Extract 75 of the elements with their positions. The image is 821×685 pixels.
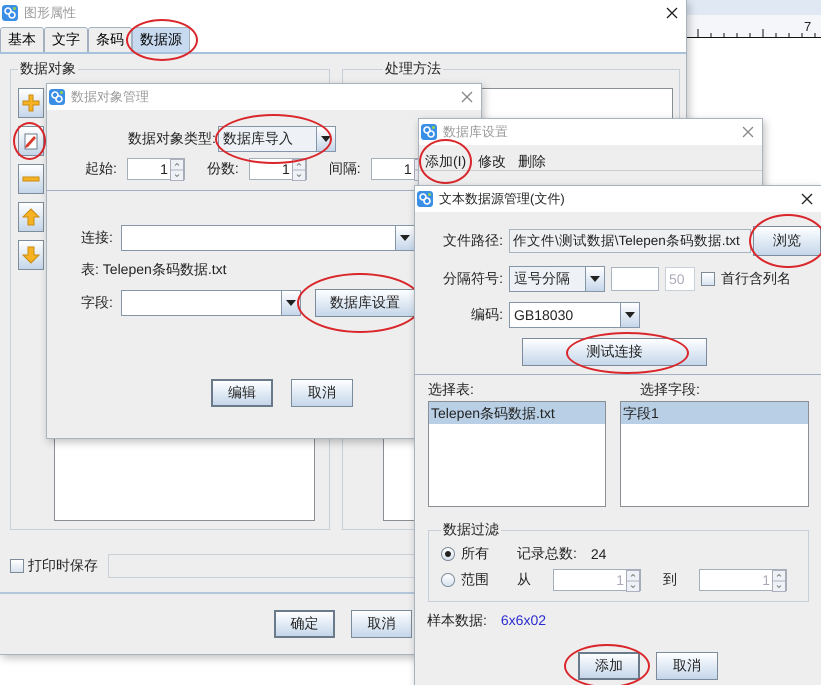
list-box[interactable]: 字段1	[620, 401, 809, 507]
tab[interactable]: 文字	[44, 27, 88, 52]
window-title: 文本数据源管理(文件)	[439, 190, 565, 208]
field-label: 文件路径:	[442, 232, 503, 250]
input-field[interactable]	[611, 267, 659, 291]
field-label: 从	[517, 571, 531, 589]
up-arrow-icon	[22, 208, 40, 226]
test-connection-button[interactable]: 测试连接	[522, 338, 707, 366]
sample-value: 6x6x02	[500, 612, 546, 630]
checkbox[interactable]	[701, 272, 715, 286]
list-item[interactable]: Telepen条码数据.txt	[429, 402, 605, 424]
encoding-dropdown[interactable]: GB18030	[509, 302, 640, 328]
list-label: 选择字段:	[639, 381, 701, 399]
field-label: 字段:	[81, 294, 113, 312]
tab[interactable]: 条码	[88, 27, 132, 52]
minus-icon	[22, 176, 40, 182]
file-path-field[interactable]: 作文件\测试数据\Telepen条码数据.txt	[509, 229, 751, 253]
tab[interactable]: 基本	[0, 27, 44, 52]
menu-item[interactable]: 修改	[478, 153, 506, 170]
window-title: 图形属性	[24, 4, 76, 22]
list-box[interactable]: Telepen条码数据.txt	[428, 401, 606, 507]
field-label: 分隔符号:	[442, 270, 503, 288]
number-spinner[interactable]: 1	[126, 158, 185, 180]
field-label: 份数:	[206, 160, 239, 178]
checkbox-label: 打印时保存	[28, 557, 98, 575]
field-label: 连接:	[81, 229, 113, 247]
tool-button[interactable]	[18, 240, 44, 270]
down-arrow-icon	[22, 246, 40, 264]
ruler-label: 7	[804, 20, 812, 34]
pencil-icon	[22, 132, 40, 150]
radio-label: 范围	[461, 571, 489, 589]
plus-icon	[22, 94, 40, 112]
field-label: 记录总数:	[517, 545, 577, 563]
spinner-arrows-icon[interactable]	[292, 159, 306, 179]
delimiter-dropdown[interactable]: 逗号分隔	[509, 266, 605, 292]
field-label: 编码:	[470, 306, 503, 324]
menu-item[interactable]: 删除	[518, 153, 546, 170]
field-label: 起始:	[85, 160, 117, 178]
checkbox-label: 首行含列名	[721, 270, 791, 288]
tool-button[interactable]	[18, 164, 44, 194]
radio-button[interactable]	[441, 573, 455, 587]
dialog-button[interactable]: 编辑	[211, 379, 273, 407]
database-settings-button[interactable]: 数据库设置	[314, 289, 415, 317]
table-label: 表: Telepen条码数据.txt	[81, 261, 226, 277]
window-title: 数据库设置	[443, 123, 508, 141]
field-label: 样本数据:	[427, 612, 487, 630]
list-item[interactable]: 字段1	[621, 402, 808, 424]
dialog-button[interactable]: 取消	[656, 652, 718, 680]
number-spinner[interactable]: 1	[248, 158, 307, 180]
field-dropdown[interactable]	[120, 290, 301, 316]
dialog-button[interactable]: 取消	[291, 379, 353, 407]
record-count: 24	[590, 546, 606, 562]
tool-button[interactable]	[18, 202, 44, 232]
window-title: 数据对象管理	[71, 88, 149, 106]
checkbox[interactable]	[10, 559, 24, 573]
close-icon[interactable]	[801, 193, 813, 205]
field-label: 到	[663, 571, 677, 589]
radio-button[interactable]	[441, 547, 455, 561]
group-title: 处理方法	[384, 60, 442, 78]
list-label: 选择表:	[428, 381, 475, 399]
spinner-arrows-icon[interactable]	[170, 159, 184, 179]
group-title: 数据过滤	[442, 521, 500, 539]
type-dropdown[interactable]: 数据库导入	[218, 126, 336, 152]
group-title: 数据对象	[19, 60, 77, 78]
tool-button[interactable]	[18, 126, 44, 156]
tab[interactable]: 数据源	[132, 27, 190, 52]
radio-label: 所有	[461, 545, 489, 563]
tool-button[interactable]	[18, 88, 44, 118]
field-label: 间隔:	[328, 160, 361, 178]
close-icon[interactable]	[666, 7, 678, 19]
field-label: 数据对象类型:	[128, 130, 216, 148]
browse-button[interactable]: 浏览	[753, 226, 821, 256]
dialog-button[interactable]: 确定	[274, 610, 335, 638]
dialog-button[interactable]: 取消	[351, 610, 412, 638]
dialog-button[interactable]: 添加	[578, 652, 640, 680]
